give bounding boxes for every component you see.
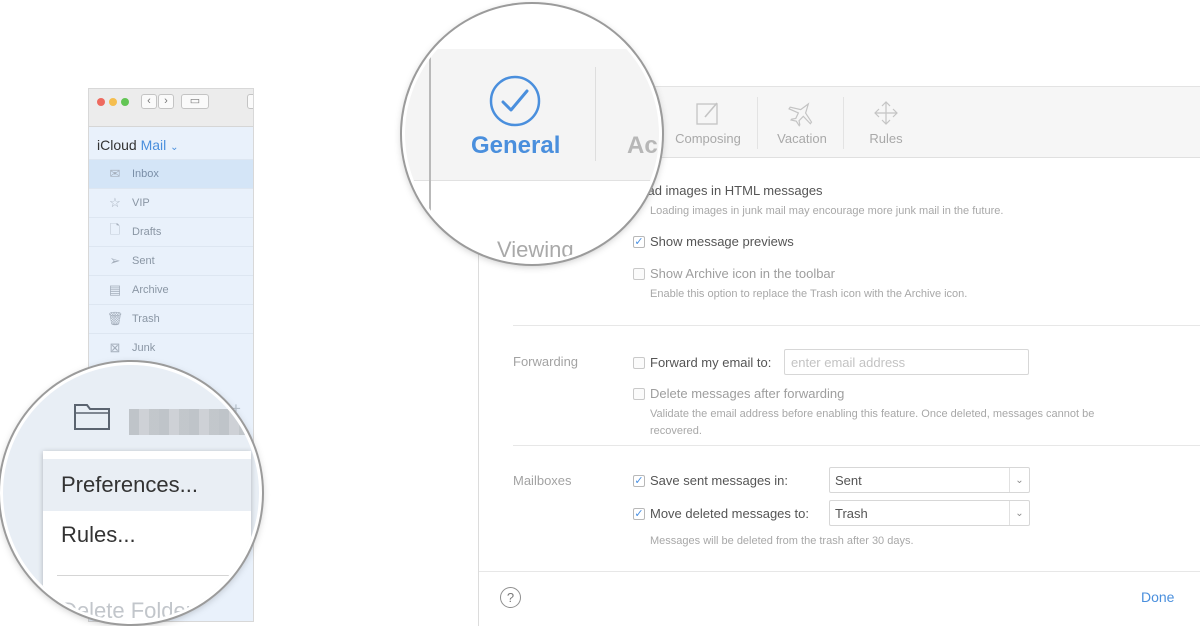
tab-vacation[interactable]: Vacation	[761, 99, 843, 146]
load-images-option[interactable]: Load images in HTML messages	[633, 183, 823, 198]
save-sent-checkbox[interactable]: ✓	[633, 474, 645, 487]
app-menu-mail[interactable]: Mail	[141, 137, 167, 153]
chevron-down-icon: ⌄	[170, 142, 179, 153]
sidebar-item-label: VIP	[132, 197, 150, 209]
tab-general[interactable]: General	[471, 132, 560, 160]
tab-rules[interactable]: Rules	[845, 99, 927, 146]
screenshot-stage: ‹ › ▭ iCloud Mail ⌄ ✉ Inbox ☆ VIP 🗋 Draf…	[0, 0, 1200, 626]
sidebar-item-label: Junk	[132, 342, 156, 354]
chevron-down-icon: ⌄	[1009, 501, 1029, 525]
tab-separator	[595, 67, 596, 161]
chevron-down-icon: ⌄	[1009, 468, 1029, 492]
menu-item-rules[interactable]: Rules...	[43, 509, 251, 561]
move-deleted-label: Move deleted messages to:	[650, 506, 809, 521]
show-previews-label: Show message previews	[650, 234, 794, 249]
inbox-icon: ✉	[109, 166, 121, 181]
move-deleted-value: Trash	[835, 505, 868, 521]
arrows-icon	[874, 101, 898, 125]
document-icon: 🗋	[109, 222, 121, 237]
sidebar-item-vip[interactable]: ☆ VIP	[89, 188, 253, 217]
move-deleted-option[interactable]: ✓ Move deleted messages to:	[633, 506, 809, 521]
forward-button[interactable]: ›	[158, 94, 174, 109]
show-archive-hint: Enable this option to replace the Trash …	[650, 288, 968, 300]
sidebar-item-label: Inbox	[132, 168, 159, 180]
viewing-section-label: Viewing	[497, 237, 574, 262]
back-button[interactable]: ‹	[141, 94, 157, 109]
sidebar-item-label: Drafts	[132, 226, 162, 238]
show-previews-option[interactable]: ✓ Show message previews	[633, 234, 794, 249]
tab-composing[interactable]: Composing	[667, 99, 749, 146]
compose-icon	[696, 102, 718, 125]
minimize-window-button[interactable]	[109, 98, 117, 106]
move-deleted-checkbox[interactable]: ✓	[633, 507, 645, 520]
mailboxes-section-label: Mailboxes	[513, 473, 572, 488]
sidebar-toggle-icon[interactable]: ▭	[181, 94, 209, 109]
save-sent-select[interactable]: Sent ⌄	[829, 467, 1030, 493]
tab-separator	[843, 97, 844, 149]
trash-icon: 🗑	[106, 311, 124, 326]
airplane-icon	[788, 102, 813, 127]
menu-item-delete-folder[interactable]: Delete Folder	[43, 573, 251, 621]
window-toolbar: ‹ › ▭	[89, 89, 253, 127]
show-archive-label: Show Archive icon in the toolbar	[650, 266, 835, 281]
forward-email-input[interactable]	[784, 349, 1029, 375]
folder-icon	[74, 404, 110, 430]
section-divider	[513, 325, 1200, 326]
toolbar-button-partial[interactable]	[247, 94, 253, 109]
sidebar-item-label: Trash	[132, 313, 160, 325]
forward-email-label: Forward my email to:	[650, 355, 772, 370]
sidebar-item-inbox[interactable]: ✉ Inbox	[89, 159, 253, 188]
forwarding-hint-line1: Validate the email address before enabli…	[650, 408, 1095, 420]
show-previews-checkbox[interactable]: ✓	[633, 235, 645, 248]
delete-after-forwarding-checkbox[interactable]	[633, 387, 645, 400]
context-menu: Preferences... Rules... Delete Folder	[43, 451, 251, 621]
save-sent-option[interactable]: ✓ Save sent messages in:	[633, 473, 788, 488]
delete-after-forwarding-label: Delete messages after forwarding	[650, 386, 845, 401]
app-name: iCloud	[97, 137, 137, 153]
tab-accounts[interactable]: Ac	[627, 132, 658, 160]
tab-label: Vacation	[777, 131, 827, 146]
done-button[interactable]: Done	[1141, 589, 1174, 605]
forwarding-section-label: Forwarding	[513, 354, 579, 369]
load-images-hint: Loading images in junk mail may encourag…	[650, 205, 1004, 217]
magnifier-general-tab: General Ac Viewing	[402, 4, 662, 264]
sidebar-item-sent[interactable]: ➢ Sent	[89, 246, 253, 275]
trash-retention-hint: Messages will be deleted from the trash …	[650, 535, 914, 547]
blurred-folder-name	[129, 409, 249, 435]
sidebar-item-label: Archive	[132, 284, 169, 296]
tab-separator	[757, 97, 758, 149]
help-button[interactable]: ?	[500, 587, 521, 608]
archive-box-icon: ▤	[108, 282, 122, 297]
junk-icon: ⊠	[109, 340, 121, 355]
move-deleted-select[interactable]: Trash ⌄	[829, 500, 1030, 526]
save-sent-value: Sent	[835, 472, 862, 488]
magnified-window-edge	[429, 49, 431, 261]
show-archive-option[interactable]: Show Archive icon in the toolbar	[633, 266, 835, 281]
forwarding-hint-line2: recovered.	[650, 425, 702, 437]
star-icon: ☆	[109, 195, 121, 210]
sidebar-item-label: Sent	[132, 255, 155, 267]
section-divider	[513, 445, 1200, 446]
sidebar-item-junk[interactable]: ⊠ Junk	[89, 333, 253, 362]
tab-label: Rules	[869, 131, 903, 146]
delete-after-forwarding-option[interactable]: Delete messages after forwarding	[633, 386, 844, 401]
sidebar-item-drafts[interactable]: 🗋 Drafts	[89, 217, 253, 246]
sidebar-item-archive[interactable]: ▤ Archive	[89, 275, 253, 304]
close-window-button[interactable]	[97, 98, 105, 106]
forward-email-checkbox[interactable]	[633, 356, 645, 369]
load-images-label: Load images in HTML messages	[633, 183, 823, 198]
show-archive-checkbox[interactable]	[633, 267, 645, 280]
menu-item-preferences[interactable]: Preferences...	[43, 459, 251, 511]
zoom-window-button[interactable]	[121, 98, 129, 106]
app-title[interactable]: iCloud Mail ⌄	[97, 137, 179, 153]
forward-email-option[interactable]: Forward my email to:	[633, 355, 771, 370]
save-sent-label: Save sent messages in:	[650, 473, 789, 488]
sidebar-item-trash[interactable]: 🗑 Trash	[89, 304, 253, 333]
magnifier-context-menu: Preferences... Rules... Delete Folder	[0, 362, 262, 624]
paper-plane-icon: ➢	[109, 253, 121, 268]
tab-label: Composing	[675, 131, 741, 146]
footer-divider	[479, 571, 1200, 572]
checkmark-circle-icon	[489, 75, 541, 127]
